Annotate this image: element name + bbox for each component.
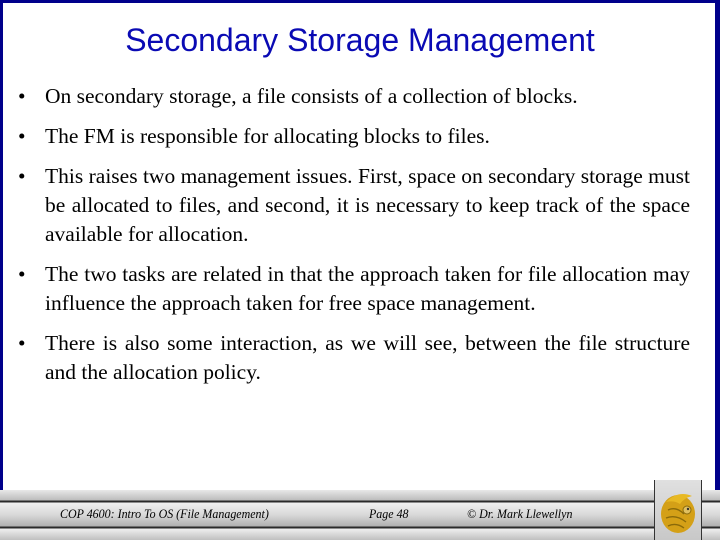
- bullet-text: This raises two management issues. First…: [45, 164, 690, 246]
- bullet-item: • There is also some interaction, as we …: [18, 329, 690, 387]
- slide-title: Secondary Storage Management: [125, 22, 595, 58]
- bullet-marker: •: [18, 84, 26, 108]
- bullet-marker: •: [18, 124, 26, 148]
- slide-footer: COP 4600: Intro To OS (File Management) …: [0, 490, 720, 540]
- bullet-marker: •: [18, 331, 26, 355]
- bullet-text: The FM is responsible for allocating blo…: [45, 124, 490, 148]
- footer-course: COP 4600: Intro To OS (File Management): [60, 506, 269, 521]
- bullet-item: • The two tasks are related in that the …: [18, 260, 690, 318]
- bullet-item: • On secondary storage, a file consists …: [18, 82, 690, 111]
- pegasus-logo-icon: [661, 494, 695, 533]
- bullet-text: The two tasks are related in that the ap…: [45, 262, 690, 315]
- logo-box: [654, 480, 702, 540]
- bullet-text: On secondary storage, a file consists of…: [45, 84, 578, 108]
- bullet-marker: •: [18, 262, 26, 286]
- bullet-item: • The FM is responsible for allocating b…: [18, 122, 690, 151]
- footer-copyright: © Dr. Mark Llewellyn: [467, 506, 573, 521]
- bullet-item: • This raises two management issues. Fir…: [18, 162, 690, 249]
- bullet-text: There is also some interaction, as we wi…: [45, 331, 690, 384]
- bullet-marker: •: [18, 164, 26, 188]
- bullet-list: • On secondary storage, a file consists …: [18, 82, 690, 398]
- footer-page-number: Page 48: [369, 506, 409, 521]
